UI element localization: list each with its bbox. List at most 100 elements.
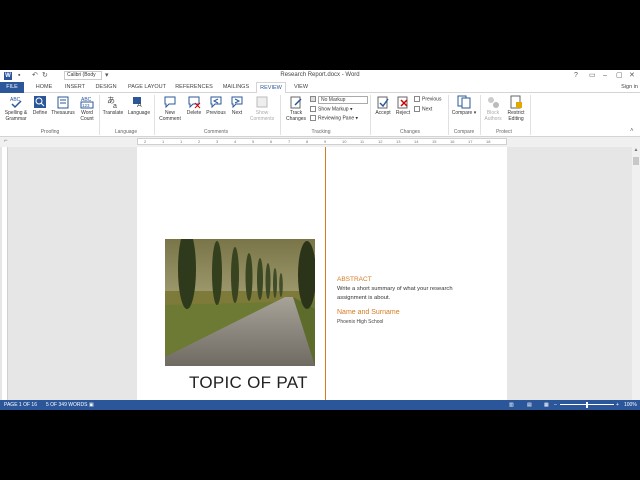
ruler-number: 15 — [432, 139, 437, 144]
tab-references[interactable]: REFERENCES — [174, 82, 214, 93]
school-name[interactable]: Phoenix High School — [337, 319, 383, 325]
font-name-box[interactable]: Calibri (Body — [64, 71, 102, 80]
delete-comment-icon — [188, 96, 201, 109]
previous-change-button[interactable]: Previous — [414, 96, 441, 103]
next-comment-button[interactable]: Next — [228, 95, 246, 116]
ruler-number: 1 — [180, 139, 183, 144]
document-page[interactable]: TOPIC OF PAT ABSTRACT Write a short summ… — [137, 147, 507, 400]
compare-icon — [457, 95, 471, 109]
previous-comment-button[interactable]: Previous — [204, 95, 228, 116]
page-column-divider — [325, 147, 326, 400]
new-comment-button[interactable]: New Comment — [156, 95, 184, 122]
sign-in-link[interactable]: Sign in — [621, 82, 638, 93]
ruler-area: ⌐ 2 1 1 2 3 4 5 6 7 8 9 10 11 12 13 14 15 16 17 18 — [0, 137, 640, 147]
restrict-editing-icon — [510, 95, 522, 109]
language-button[interactable]: A Language — [126, 95, 152, 116]
read-mode-icon[interactable]: ▥ — [509, 400, 514, 410]
word-count-button[interactable]: ABC 123 Word Count — [76, 95, 98, 122]
zoom-level[interactable]: 100% — [624, 400, 637, 410]
restore-button[interactable]: ▢ — [616, 71, 623, 81]
document-heading[interactable]: TOPIC OF PAT — [189, 373, 308, 393]
title-bar: W ▪ ↶ ↻ Calibri (Body ▾ Research Report.… — [0, 70, 640, 82]
track-changes-button[interactable]: Track Changes — [283, 95, 309, 122]
collapse-ribbon-icon[interactable]: ˄ — [630, 128, 634, 134]
define-button[interactable]: Define — [30, 95, 50, 116]
next-comment-icon — [231, 96, 243, 109]
ruler-number: 5 — [252, 139, 255, 144]
ribbon-review: ABC Spelling & Grammar Define Thesaurus — [0, 93, 640, 137]
word-count[interactable]: 5 OF 349 WORDS — [46, 400, 87, 410]
undo-icon[interactable]: ↶ — [32, 71, 38, 81]
compare-button[interactable]: Compare ▾ — [450, 95, 478, 116]
ruler-number: 18 — [486, 139, 491, 144]
accept-icon — [377, 96, 389, 109]
translate-button[interactable]: あ a Translate — [101, 95, 125, 116]
delete-comment-button[interactable]: Delete — [184, 95, 204, 116]
define-icon — [34, 96, 46, 108]
group-divider — [530, 95, 531, 135]
status-bar: PAGE 1 OF 16 5 OF 349 WORDS ▣ ▥ ▤ ▦ – + … — [0, 400, 640, 410]
author-name-placeholder[interactable]: Name and Surname — [337, 309, 400, 316]
page-count[interactable]: PAGE 1 OF 16 — [4, 400, 37, 410]
next-change-icon — [414, 106, 420, 112]
proofing-group-label: Proofing — [40, 129, 60, 135]
document-title: Research Report.docx - Word — [280, 72, 360, 78]
block-authors-icon — [488, 97, 499, 108]
tab-selector-icon[interactable]: ⌐ — [4, 138, 8, 144]
group-divider — [99, 95, 100, 135]
show-comments-button[interactable]: Show Comments — [248, 95, 276, 122]
vertical-scrollbar[interactable]: ▲ — [632, 147, 640, 400]
ruler-number: 3 — [216, 139, 219, 144]
restrict-editing-button[interactable]: Restrict Editing — [504, 95, 528, 122]
accept-button[interactable]: Accept — [372, 95, 394, 116]
reject-button[interactable]: Reject — [394, 95, 412, 116]
tab-design[interactable]: DESIGN — [92, 82, 120, 93]
tab-mailings[interactable]: MAILINGS — [219, 82, 253, 93]
show-comments-icon — [256, 96, 268, 108]
spelling-check-icon: ABC — [10, 97, 22, 109]
ruler-number: 2 — [198, 139, 201, 144]
language-icon: A — [133, 97, 142, 109]
new-comment-icon — [164, 96, 176, 109]
web-layout-icon[interactable]: ▦ — [544, 400, 549, 410]
tab-insert[interactable]: INSERT — [61, 82, 89, 93]
tab-home[interactable]: HOME — [30, 82, 58, 93]
block-authors-button[interactable]: Block Authors — [482, 95, 504, 122]
tab-file[interactable]: FILE — [0, 82, 24, 93]
abstract-title[interactable]: ABSTRACT — [337, 276, 372, 283]
comments-group-label: Comments — [203, 129, 229, 135]
compare-group-label: Compare — [453, 129, 475, 135]
ruler-number: 13 — [396, 139, 401, 144]
close-button[interactable]: ✕ — [629, 71, 635, 81]
show-markup-button[interactable]: Show Markup ▾ — [310, 106, 352, 113]
save-icon[interactable]: ▪ — [18, 71, 20, 81]
proofing-status-icon[interactable]: ▣ — [89, 400, 94, 410]
reject-icon — [397, 96, 408, 109]
tab-page-layout[interactable]: PAGE LAYOUT — [125, 82, 169, 93]
help-button[interactable]: ? — [574, 71, 578, 81]
ruler-number: 17 — [468, 139, 473, 144]
abstract-body[interactable]: Write a short summary of what your resea… — [337, 285, 477, 302]
thesaurus-button[interactable]: Thesaurus — [50, 95, 76, 116]
qat-customize-icon[interactable]: ▾ — [105, 71, 109, 81]
scroll-up-icon[interactable]: ▲ — [633, 147, 639, 153]
markup-dropdown[interactable]: No Markup — [318, 96, 368, 104]
print-layout-icon[interactable]: ▤ — [527, 400, 532, 410]
scrollbar-thumb[interactable] — [633, 157, 639, 165]
tab-view[interactable]: VIEW — [289, 82, 313, 93]
zoom-in-icon[interactable]: + — [616, 400, 619, 410]
zoom-out-icon[interactable]: – — [554, 400, 557, 410]
zoom-slider-thumb[interactable] — [586, 402, 588, 408]
ruler-number: 2 — [144, 139, 147, 144]
vertical-ruler[interactable] — [2, 147, 8, 400]
group-divider — [480, 95, 481, 135]
cover-photo-cypress-road[interactable] — [165, 239, 315, 366]
track-changes-icon — [290, 96, 302, 109]
horizontal-ruler[interactable]: 2 1 1 2 3 4 5 6 7 8 9 10 11 12 13 14 15 16 17 18 — [137, 138, 507, 145]
next-change-button[interactable]: Next — [414, 106, 432, 113]
spelling-grammar-button[interactable]: ABC Spelling & Grammar — [2, 95, 30, 122]
reviewing-pane-button[interactable]: Reviewing Pane ▾ — [310, 115, 358, 122]
ribbon-display-options-icon[interactable]: ▭ — [589, 71, 596, 81]
minimize-button[interactable]: – — [603, 71, 607, 81]
redo-icon[interactable]: ↻ — [42, 71, 48, 81]
